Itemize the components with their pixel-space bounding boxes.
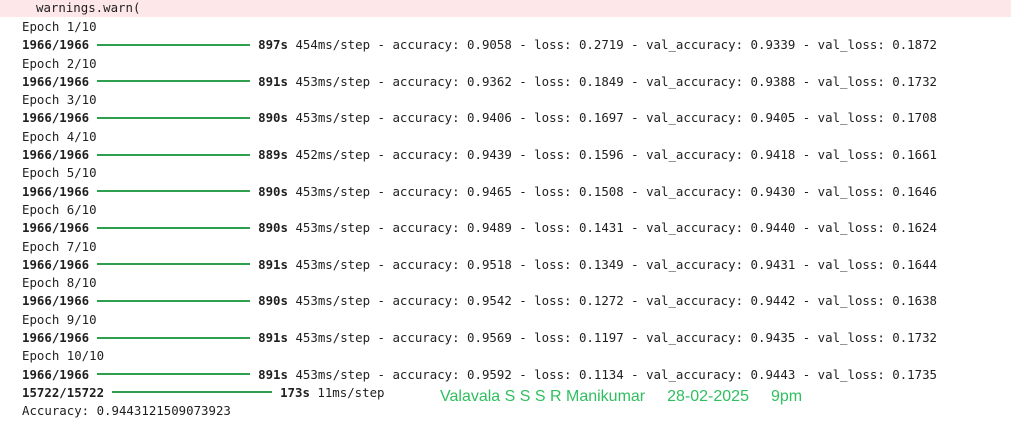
epoch-header: Epoch 4/10 <box>22 128 97 144</box>
epoch-list: Epoch 1/10 1966/1966 897s 454ms/step - acc… <box>22 18 1007 384</box>
warning-text: warnings.warn( <box>36 0 141 15</box>
epoch-steps: 1966/1966 <box>22 220 90 236</box>
epoch-metrics: - accuracy: 0.9489 - loss: 0.1431 - val_… <box>377 220 938 236</box>
epoch-progress-line: 1966/1966 891s 453ms/step - accuracy: 0.9… <box>22 73 1007 91</box>
evaluation-progress-bar <box>112 391 273 394</box>
epoch-metrics: - accuracy: 0.9058 - loss: 0.2719 - val_… <box>377 37 938 53</box>
epoch-metrics: - accuracy: 0.9518 - loss: 0.1349 - val_… <box>377 256 938 272</box>
epoch-steps: 1966/1966 <box>22 147 90 163</box>
epoch-per-step: 453ms/step <box>295 220 371 236</box>
epoch-progress-line: 1966/1966 889s 452ms/step - accuracy: 0.9… <box>22 146 1007 164</box>
epoch-time: 890s <box>258 293 288 309</box>
evaluation-steps: 15722/15722 <box>22 384 105 400</box>
epoch-progress-bar <box>97 153 251 156</box>
epoch-metrics: - accuracy: 0.9542 - loss: 0.1272 - val_… <box>377 293 938 309</box>
epoch-header: Epoch 5/10 <box>22 165 97 181</box>
epoch-per-step: 453ms/step <box>295 366 371 382</box>
epoch-metrics: - accuracy: 0.9362 - loss: 0.1849 - val_… <box>377 73 938 89</box>
signature-date: 28-02-2025 <box>667 388 749 405</box>
epoch-time: 890s <box>258 220 288 236</box>
epoch-metrics: - accuracy: 0.9592 - loss: 0.1134 - val_… <box>377 366 938 382</box>
evaluation-per-step: 11ms/step <box>317 384 385 400</box>
epoch-per-step: 453ms/step <box>295 256 371 272</box>
epoch-time: 889s <box>258 147 288 163</box>
epoch-metrics: - accuracy: 0.9569 - loss: 0.1197 - val_… <box>377 330 938 346</box>
epoch-header: Epoch 3/10 <box>22 92 97 108</box>
epoch-metrics: - accuracy: 0.9406 - loss: 0.1697 - val_… <box>377 110 938 126</box>
epoch-time: 891s <box>258 73 288 89</box>
epoch-header: Epoch 8/10 <box>22 275 97 291</box>
epoch-header: Epoch 9/10 <box>22 311 97 327</box>
epoch-progress-bar <box>97 80 251 83</box>
epoch-progress-bar <box>97 190 251 193</box>
epoch-per-step: 454ms/step <box>295 37 371 53</box>
epoch-progress-line: 1966/1966 891s 453ms/step - accuracy: 0.9… <box>22 256 1007 274</box>
epoch-steps: 1966/1966 <box>22 183 90 199</box>
epoch-metrics: - accuracy: 0.9465 - loss: 0.1508 - val_… <box>377 183 938 199</box>
epoch-steps: 1966/1966 <box>22 256 90 272</box>
epoch-metrics: - accuracy: 0.9439 - loss: 0.1596 - val_… <box>377 147 938 163</box>
epoch-per-step: 452ms/step <box>295 147 371 163</box>
epoch-header: Epoch 6/10 <box>22 201 97 217</box>
signature: Valavala S S S R Manikumar 28-02-2025 9pm <box>440 388 824 406</box>
epoch-time: 890s <box>258 110 288 126</box>
epoch-time: 891s <box>258 366 288 382</box>
epoch-progress-bar <box>97 373 251 376</box>
epoch-per-step: 453ms/step <box>295 73 371 89</box>
epoch-per-step: 453ms/step <box>295 330 371 346</box>
epoch-steps: 1966/1966 <box>22 293 90 309</box>
epoch-progress-line: 1966/1966 890s 453ms/step - accuracy: 0.9… <box>22 183 1007 201</box>
epoch-progress-line: 1966/1966 897s 454ms/step - accuracy: 0.9… <box>22 36 1007 54</box>
epoch-progress-line: 1966/1966 891s 453ms/step - accuracy: 0.9… <box>22 329 1007 347</box>
epoch-progress-line: 1966/1966 890s 453ms/step - accuracy: 0.9… <box>22 219 1007 237</box>
epoch-header: Epoch 2/10 <box>22 55 97 71</box>
training-output: Epoch 1/10 1966/1966 897s 454ms/step - acc… <box>22 18 1007 421</box>
epoch-steps: 1966/1966 <box>22 110 90 126</box>
epoch-progress-bar <box>97 116 251 119</box>
warning-banner <box>0 0 1011 17</box>
epoch-steps: 1966/1966 <box>22 73 90 89</box>
epoch-time: 897s <box>258 37 288 53</box>
signature-name: Valavala S S S R Manikumar <box>440 388 646 405</box>
epoch-progress-bar <box>97 336 251 339</box>
epoch-progress-line: 1966/1966 891s 453ms/step - accuracy: 0.9… <box>22 366 1007 384</box>
epoch-time: 891s <box>258 256 288 272</box>
epoch-steps: 1966/1966 <box>22 37 90 53</box>
epoch-progress-line: 1966/1966 890s 453ms/step - accuracy: 0.9… <box>22 292 1007 310</box>
epoch-header: Epoch 1/10 <box>22 19 97 34</box>
epoch-progress-line: 1966/1966 890s 453ms/step - accuracy: 0.9… <box>22 109 1007 127</box>
epoch-per-step: 453ms/step <box>295 183 371 199</box>
epoch-time: 890s <box>258 183 288 199</box>
epoch-per-step: 453ms/step <box>295 293 371 309</box>
epoch-per-step: 453ms/step <box>295 110 371 126</box>
epoch-header: Epoch 7/10 <box>22 238 97 254</box>
epoch-steps: 1966/1966 <box>22 330 90 346</box>
evaluation-time: 173s <box>280 384 310 400</box>
epoch-progress-bar <box>97 226 251 229</box>
epoch-progress-bar <box>97 299 251 302</box>
epoch-steps: 1966/1966 <box>22 366 90 382</box>
signature-time: 9pm <box>770 388 803 405</box>
epoch-header: Epoch 10/10 <box>22 348 105 364</box>
epoch-progress-bar <box>97 43 251 46</box>
epoch-progress-bar <box>97 263 251 266</box>
epoch-time: 891s <box>258 330 288 346</box>
